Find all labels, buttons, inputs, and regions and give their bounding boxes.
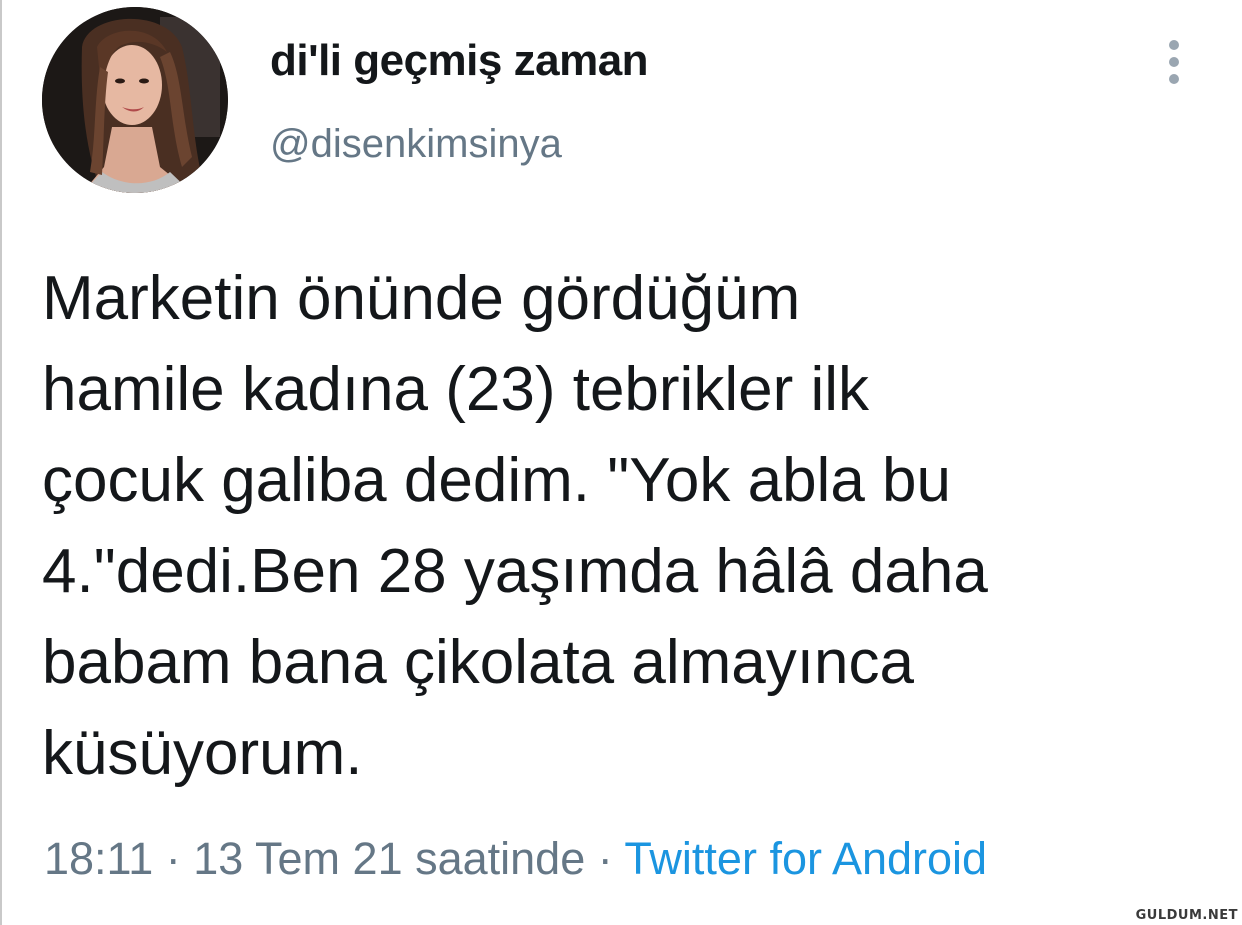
tweet-time[interactable]: 18:11: [44, 833, 153, 884]
meta-separator: ·: [585, 833, 625, 884]
tweet-text: Marketin önünde gördüğüm hamile kadına (…: [42, 253, 1202, 799]
avatar-photo: [42, 7, 228, 193]
meta-separator: ·: [153, 833, 194, 884]
watermark: GULDUM.NET: [1135, 908, 1238, 923]
tweet-text-line: küsüyorum.: [42, 719, 363, 788]
more-dot: [1169, 40, 1179, 50]
left-border: [0, 0, 2, 925]
more-dot: [1169, 57, 1179, 67]
tweet-date[interactable]: 13 Tem 21 saatinde: [193, 833, 585, 884]
author-handle[interactable]: @disenkimsinya: [270, 122, 562, 167]
tweet-text-line: Marketin önünde gördüğüm: [42, 264, 801, 333]
tweet-text-line: çocuk galiba dedim. "Yok abla bu: [42, 446, 951, 515]
tweet-metadata: 18:11 · 13 Tem 21 saatinde · Twitter for…: [44, 833, 987, 885]
tweet-text-line: babam bana çikolata almayınca: [42, 628, 914, 697]
more-vertical-icon[interactable]: [1160, 36, 1188, 88]
avatar[interactable]: [42, 7, 228, 193]
more-dot: [1169, 74, 1179, 84]
tweet-source-link[interactable]: Twitter for Android: [624, 833, 987, 884]
tweet-text-line: 4."dedi.Ben 28 yaşımda hâlâ daha: [42, 537, 988, 606]
author-display-name[interactable]: di'li geçmiş zaman: [270, 36, 649, 86]
tweet-text-line: hamile kadına (23) tebrikler ilk: [42, 355, 870, 424]
